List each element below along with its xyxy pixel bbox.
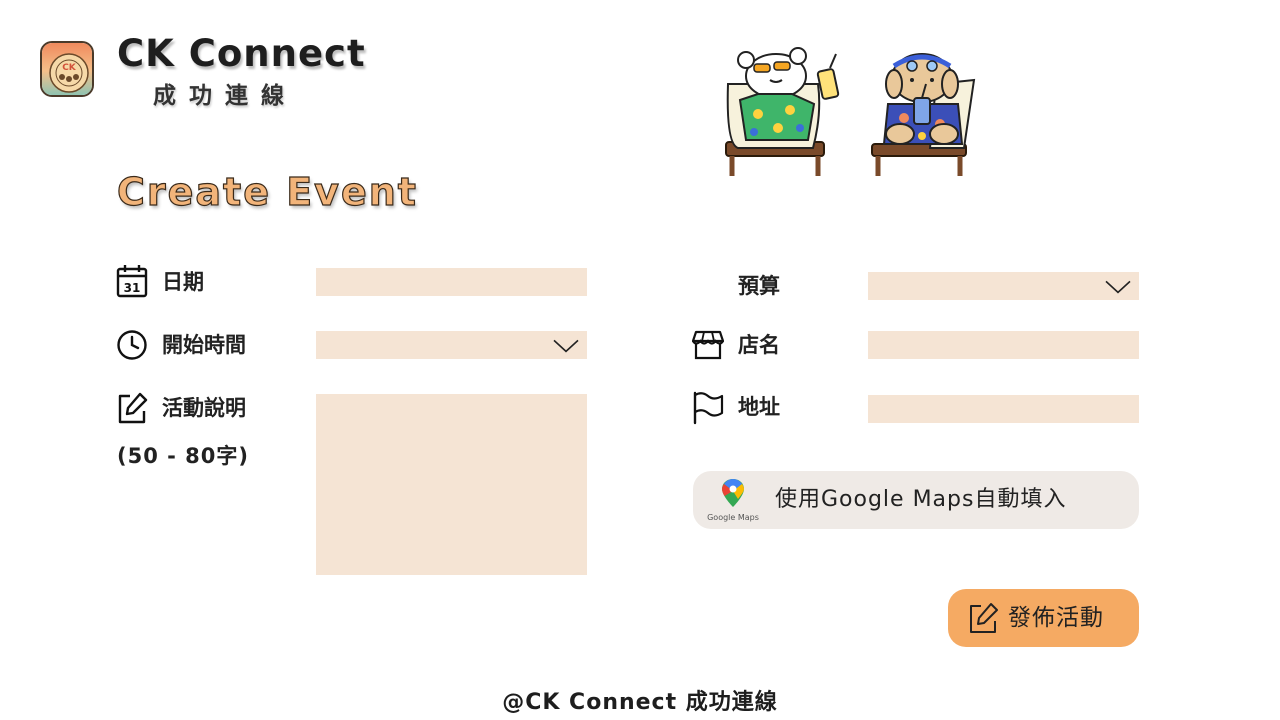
budget-label: 預算 (738, 274, 780, 298)
budget-select[interactable] (868, 272, 1139, 300)
brand-subtitle: 成功連線 (153, 83, 297, 109)
description-textarea[interactable] (316, 394, 587, 575)
app-logo: CK (40, 41, 94, 97)
google-maps-icon: Google Maps (707, 479, 759, 522)
chevron-down-icon (553, 339, 579, 353)
edit-icon (970, 603, 998, 633)
chevron-down-icon (1105, 280, 1131, 294)
address-label: 地址 (738, 395, 780, 419)
mascot-illustration (718, 44, 980, 184)
publish-event-label: 發佈活動 (1008, 605, 1104, 631)
publish-event-button[interactable]: 發佈活動 (948, 589, 1139, 647)
start-time-label: 開始時間 (162, 333, 246, 357)
clock-icon (116, 328, 148, 362)
description-hint: (50 - 80字) (117, 444, 249, 468)
edit-icon (116, 391, 148, 425)
footer-credit: @CK Connect 成功連線 (502, 690, 778, 715)
brand-title: CK Connect (117, 32, 366, 75)
calendar-icon: 31 (116, 264, 148, 298)
calendar-icon-day: 31 (124, 281, 141, 295)
google-maps-autofill-label: 使用Google Maps自動填入 (775, 487, 1067, 512)
store-icon (692, 328, 724, 362)
date-label: 日期 (162, 270, 204, 294)
bear-mascot (725, 47, 840, 176)
flag-icon (692, 391, 724, 425)
logo-text: CK (62, 63, 77, 73)
address-input[interactable] (868, 395, 1139, 423)
description-label: 活動說明 (162, 396, 246, 420)
google-maps-caption: Google Maps (707, 513, 759, 522)
store-name-input[interactable] (868, 331, 1139, 359)
store-name-label: 店名 (738, 333, 780, 357)
google-maps-autofill-button[interactable]: Google Maps 使用Google Maps自動填入 (693, 471, 1139, 529)
page-title: Create Event (116, 169, 418, 214)
date-input[interactable] (316, 268, 587, 296)
start-time-select[interactable] (316, 331, 587, 359)
dog-mascot (871, 53, 976, 176)
